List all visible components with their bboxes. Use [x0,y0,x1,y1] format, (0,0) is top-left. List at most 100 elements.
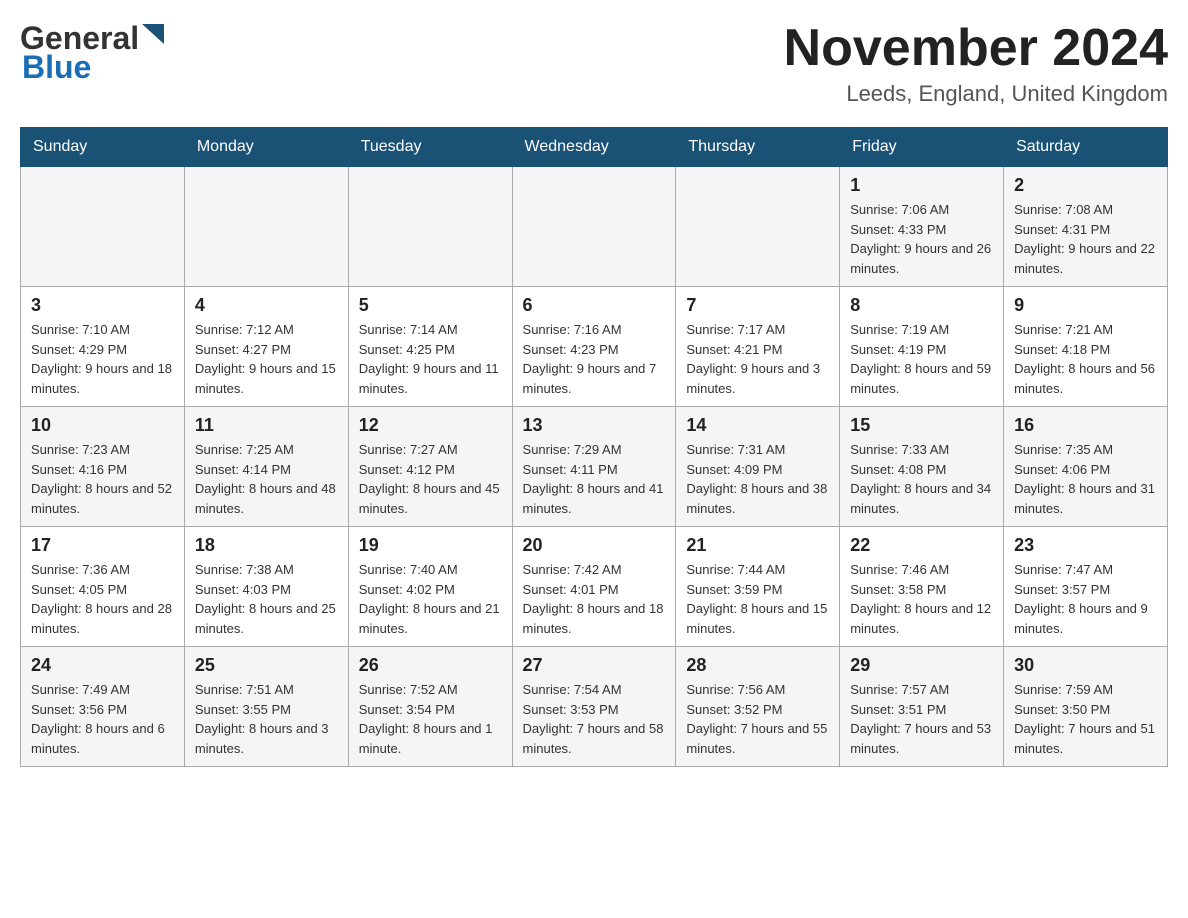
day-number: 16 [1014,415,1157,436]
day-info: Sunrise: 7:56 AMSunset: 3:52 PMDaylight:… [686,680,829,758]
day-info: Sunrise: 7:17 AMSunset: 4:21 PMDaylight:… [686,320,829,398]
week-row-5: 24 Sunrise: 7:49 AMSunset: 3:56 PMDayligh… [21,647,1168,767]
day-number: 21 [686,535,829,556]
day-number: 19 [359,535,502,556]
calendar-cell: 25Sunrise: 7:51 AMSunset: 3:55 PMDayligh… [184,647,348,767]
calendar-cell [676,167,840,287]
col-thursday: Thursday [676,128,840,167]
calendar-cell: 5Sunrise: 7:14 AMSunset: 4:25 PMDaylight… [348,287,512,407]
day-info: Sunrise: 7:31 AMSunset: 4:09 PMDaylight:… [686,440,829,518]
col-wednesday: Wednesday [512,128,676,167]
calendar-cell: 9 Sunrise: 7:21 AMSunset: 4:18 PMDaylight… [1004,287,1168,407]
calendar-cell: 23 Sunrise: 7:47 AMSunset: 3:57 PMDayligh… [1004,527,1168,647]
day-info: Sunrise: 7:35 AMSunset: 4:06 PMDaylight:… [1014,440,1157,518]
calendar-cell: 27 Sunrise: 7:54 AMSunset: 3:53 PMDayligh… [512,647,676,767]
day-info: Sunrise: 7:52 AMSunset: 3:54 PMDaylight:… [359,680,502,758]
calendar-cell: 19 Sunrise: 7:40 AMSunset: 4:02 PMDayligh… [348,527,512,647]
week-row-3: 10 Sunrise: 7:23 AMSunset: 4:16 PMDayligh… [21,407,1168,527]
calendar-cell: 16 Sunrise: 7:35 AMSunset: 4:06 PMDayligh… [1004,407,1168,527]
day-number: 14 [686,415,829,436]
day-info: Sunrise: 7:12 AMSunset: 4:27 PMDaylight:… [195,320,338,398]
col-sunday: Sunday [21,128,185,167]
day-number: 9 [1014,295,1157,316]
day-number: 28 [686,655,829,676]
day-info: Sunrise: 7:33 AMSunset: 4:08 PMDaylight:… [850,440,993,518]
location: Leeds, England, United Kingdom [784,81,1168,107]
day-info: Sunrise: 7:44 AMSunset: 3:59 PMDaylight:… [686,560,829,638]
day-info: Sunrise: 7:14 AMSunset: 4:25 PMDaylight:… [359,320,502,398]
day-info: Sunrise: 7:46 AMSunset: 3:58 PMDaylight:… [850,560,993,638]
calendar-cell: 18 Sunrise: 7:38 AMSunset: 4:03 PMDayligh… [184,527,348,647]
day-number: 10 [31,415,174,436]
logo-blue-text: Blue [22,49,91,86]
week-row-4: 17Sunrise: 7:36 AMSunset: 4:05 PMDayligh… [21,527,1168,647]
day-number: 12 [359,415,502,436]
calendar-cell: 7 Sunrise: 7:17 AMSunset: 4:21 PMDaylight… [676,287,840,407]
day-number: 26 [359,655,502,676]
day-info: Sunrise: 7:16 AMSunset: 4:23 PMDaylight:… [523,320,666,398]
day-info: Sunrise: 7:40 AMSunset: 4:02 PMDaylight:… [359,560,502,638]
day-info: Sunrise: 7:25 AMSunset: 4:14 PMDaylight:… [195,440,338,518]
calendar-cell: 30Sunrise: 7:59 AMSunset: 3:50 PMDayligh… [1004,647,1168,767]
day-number: 22 [850,535,993,556]
calendar-cell: 1 Sunrise: 7:06 AMSunset: 4:33 PMDaylight… [840,167,1004,287]
day-info: Sunrise: 7:57 AMSunset: 3:51 PMDaylight:… [850,680,993,758]
day-info: Sunrise: 7:21 AMSunset: 4:18 PMDaylight:… [1014,320,1157,398]
day-info: Sunrise: 7:08 AMSunset: 4:31 PMDaylight:… [1014,200,1157,278]
day-info: Sunrise: 7:42 AMSunset: 4:01 PMDaylight:… [523,560,666,638]
calendar-cell: 26 Sunrise: 7:52 AMSunset: 3:54 PMDayligh… [348,647,512,767]
day-number: 29 [850,655,993,676]
day-number: 3 [31,295,174,316]
day-number: 6 [523,295,666,316]
day-info: Sunrise: 7:54 AMSunset: 3:53 PMDaylight:… [523,680,666,758]
day-info: Sunrise: 7:38 AMSunset: 4:03 PMDaylight:… [195,560,338,638]
day-number: 8 [850,295,993,316]
day-number: 13 [523,415,666,436]
day-number: 25 [195,655,338,676]
calendar-cell: 8 Sunrise: 7:19 AMSunset: 4:19 PMDaylight… [840,287,1004,407]
day-number: 1 [850,175,993,196]
logo-arrow-icon [142,24,164,50]
day-number: 27 [523,655,666,676]
month-title: November 2024 [784,20,1168,77]
calendar-cell: 12 Sunrise: 7:27 AMSunset: 4:12 PMDayligh… [348,407,512,527]
day-info: Sunrise: 7:29 AMSunset: 4:11 PMDaylight:… [523,440,666,518]
day-info: Sunrise: 7:49 AMSunset: 3:56 PMDaylight:… [31,680,174,758]
col-saturday: Saturday [1004,128,1168,167]
col-tuesday: Tuesday [348,128,512,167]
calendar-header-row: Sunday Monday Tuesday Wednesday Thursday… [21,128,1168,167]
day-number: 23 [1014,535,1157,556]
day-number: 7 [686,295,829,316]
day-number: 24 [31,655,174,676]
day-info: Sunrise: 7:47 AMSunset: 3:57 PMDaylight:… [1014,560,1157,638]
day-info: Sunrise: 7:10 AMSunset: 4:29 PMDaylight:… [31,320,174,398]
calendar-cell: 15 Sunrise: 7:33 AMSunset: 4:08 PMDayligh… [840,407,1004,527]
calendar-cell: 21 Sunrise: 7:44 AMSunset: 3:59 PMDayligh… [676,527,840,647]
page-header: General Blue November 2024 Leeds, Englan… [20,20,1168,107]
day-info: Sunrise: 7:23 AMSunset: 4:16 PMDaylight:… [31,440,174,518]
calendar-cell [184,167,348,287]
day-info: Sunrise: 7:27 AMSunset: 4:12 PMDaylight:… [359,440,502,518]
day-info: Sunrise: 7:59 AMSunset: 3:50 PMDaylight:… [1014,680,1157,758]
calendar-cell: 4 Sunrise: 7:12 AMSunset: 4:27 PMDaylight… [184,287,348,407]
calendar-cell: 3 Sunrise: 7:10 AMSunset: 4:29 PMDaylight… [21,287,185,407]
day-number: 4 [195,295,338,316]
calendar-cell: 20 Sunrise: 7:42 AMSunset: 4:01 PMDayligh… [512,527,676,647]
calendar-cell: 17Sunrise: 7:36 AMSunset: 4:05 PMDayligh… [21,527,185,647]
day-number: 18 [195,535,338,556]
day-number: 15 [850,415,993,436]
col-monday: Monday [184,128,348,167]
day-number: 20 [523,535,666,556]
day-info: Sunrise: 7:06 AMSunset: 4:33 PMDaylight:… [850,200,993,278]
day-info: Sunrise: 7:19 AMSunset: 4:19 PMDaylight:… [850,320,993,398]
calendar-cell: 2Sunrise: 7:08 AMSunset: 4:31 PMDaylight… [1004,167,1168,287]
calendar-table: Sunday Monday Tuesday Wednesday Thursday… [20,127,1168,767]
day-number: 11 [195,415,338,436]
calendar-cell [512,167,676,287]
calendar-cell: 14 Sunrise: 7:31 AMSunset: 4:09 PMDayligh… [676,407,840,527]
calendar-cell: 22 Sunrise: 7:46 AMSunset: 3:58 PMDayligh… [840,527,1004,647]
calendar-cell: 13 Sunrise: 7:29 AMSunset: 4:11 PMDayligh… [512,407,676,527]
week-row-2: 3 Sunrise: 7:10 AMSunset: 4:29 PMDaylight… [21,287,1168,407]
day-number: 17 [31,535,174,556]
calendar-cell [348,167,512,287]
